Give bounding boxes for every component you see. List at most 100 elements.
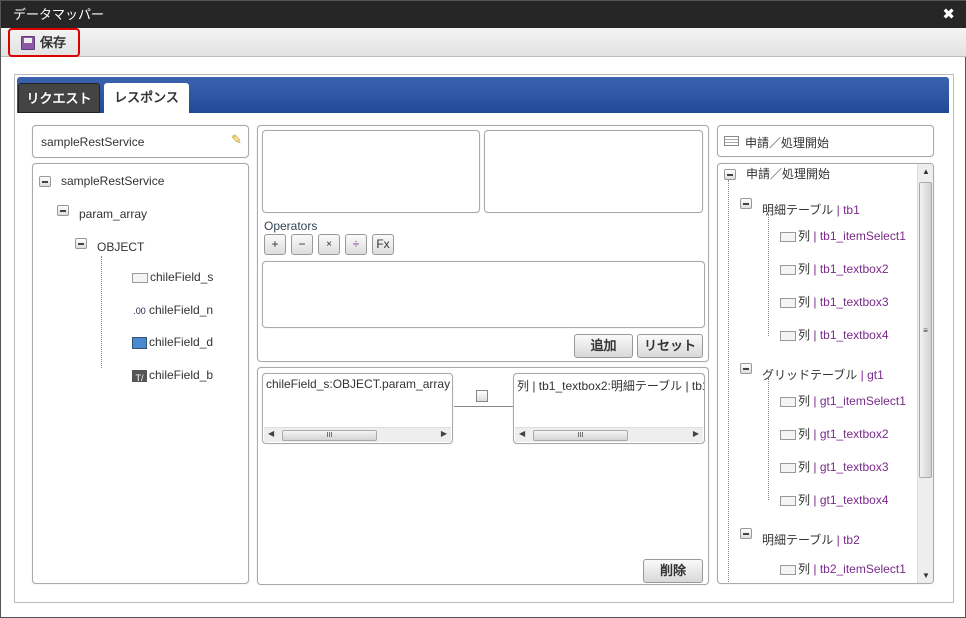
textfield-icon [780, 462, 796, 473]
tree-node[interactable]: 列 | gt1_textbox4 [780, 492, 889, 508]
tree-node-label: chileField_b [149, 368, 214, 382]
tree-node-label: 列 [798, 229, 811, 243]
add-button[interactable]: 追加 [574, 334, 633, 358]
tree-node-label: OBJECT [97, 240, 145, 254]
textfield-icon [780, 264, 796, 275]
textfield-icon [132, 272, 148, 283]
tree-node[interactable]: グリッドテーブル | gt1 [740, 363, 884, 383]
tree-node[interactable]: T/chileField_b [132, 367, 213, 383]
target-tree: ▲ ≡ ▼ 申請／処理開始明細テーブル | tb1 列 | tb1_itemSel… [717, 163, 934, 584]
tree-node-label: 列 [798, 460, 811, 474]
tab-bar: リクエスト レスポンス [17, 77, 949, 113]
tree-node[interactable]: 列 | tb1_textbox3 [780, 294, 889, 310]
mapping-checkbox[interactable] [476, 390, 488, 402]
operator-minus-button[interactable]: − [291, 234, 313, 255]
tree-node[interactable]: param_array [57, 205, 148, 222]
tree-node[interactable]: 明細テーブル | tb2 [740, 528, 860, 548]
source-tree: sampleRestService param_array OBJECT chileF… [32, 163, 249, 584]
textfield-icon [780, 429, 796, 440]
reset-button[interactable]: リセット [637, 334, 703, 358]
tab-request[interactable]: リクエスト [18, 83, 100, 113]
mapping-source-box: chileField_s:OBJECT.param_array ◀ III ▶ [262, 373, 453, 444]
edit-icon[interactable]: ✎ [231, 132, 242, 148]
tree-node[interactable]: 申請／処理開始 [724, 166, 830, 182]
tree-node-id: tb1_textbox2 [819, 262, 889, 276]
tree-node-id: gt1_textbox3 [819, 460, 889, 474]
tree-node-id: tb1_textbox3 [819, 295, 889, 309]
boolean-icon: T/ [132, 369, 147, 383]
tree-node-label: chileField_s [150, 270, 214, 284]
save-label: 保存 [40, 35, 67, 50]
tree-node[interactable]: 列 | tb1_itemSelect1 [780, 228, 906, 244]
expression-right-box[interactable] [484, 130, 703, 213]
floppy-disk-icon [21, 36, 35, 50]
tree-node-id: gt1_textbox2 [819, 427, 889, 441]
horizontal-scrollbar[interactable]: ◀ III ▶ [264, 427, 451, 442]
save-button[interactable]: 保存 [8, 28, 80, 57]
tree-node-label: 列 [798, 295, 811, 309]
tree-node-label: 列 [798, 328, 811, 342]
toolbar: 保存 [1, 28, 966, 57]
tree-node-label: 明細テーブル [762, 203, 834, 217]
collapse-icon[interactable] [740, 198, 752, 209]
tree-node[interactable]: .00 chileField_n [132, 302, 213, 319]
form-selector[interactable]: 申請／処理開始 [717, 125, 934, 157]
operator-function-button[interactable]: Fx [372, 234, 394, 255]
tree-node-id: tb2 [843, 533, 860, 547]
tab-response[interactable]: レスポンス [104, 83, 189, 113]
mapping-source: chileField_s:OBJECT.param_array [266, 377, 451, 391]
collapse-icon[interactable] [740, 363, 752, 374]
mapping-target: 列 | tb1_textbox2:明細テーブル | tb1 [517, 379, 705, 393]
tree-node[interactable]: chileField_d [132, 334, 213, 350]
collapse-icon[interactable] [724, 169, 736, 180]
tree-node-id: gt1_itemSelect1 [819, 394, 906, 408]
tree-node[interactable]: chileField_s [132, 269, 213, 285]
tree-node[interactable]: OBJECT [75, 238, 145, 255]
tree-node-id: tb1_textbox4 [819, 328, 889, 342]
tree-node-id: gt1_textbox4 [819, 493, 889, 507]
expression-textarea[interactable] [262, 261, 705, 328]
tree-node-label: 列 [798, 394, 811, 408]
tree-node[interactable]: 列 | tb2_itemSelect1 [780, 561, 906, 577]
tree-node-label: param_array [79, 207, 148, 221]
form-name: 申請／処理開始 [745, 136, 830, 150]
tree-node[interactable]: 列 | tb1_textbox2 [780, 261, 889, 277]
tree-node[interactable]: 列 | tb1_textbox4 [780, 327, 889, 343]
service-selector[interactable]: sampleRestService ✎ [32, 125, 249, 158]
collapse-icon[interactable] [740, 528, 752, 539]
vertical-scrollbar[interactable]: ▲ ≡ ▼ [917, 164, 933, 583]
tree-node-label: 列 [798, 262, 811, 276]
tree-node-label: sampleRestService [61, 174, 165, 188]
textfield-icon [780, 564, 796, 575]
tree-node-label: chileField_d [149, 335, 214, 349]
tree-node-id: tb2_itemSelect1 [819, 562, 906, 576]
tree-node[interactable]: sampleRestService [39, 173, 165, 189]
tree-node[interactable]: 列 | gt1_itemSelect1 [780, 393, 906, 409]
operator-divide-button[interactable]: ÷ [345, 234, 367, 255]
tree-node-label: グリッドテーブル [762, 368, 858, 382]
operator-plus-button[interactable]: + [264, 234, 286, 255]
textfield-icon [780, 495, 796, 506]
operator-multiply-button[interactable]: × [318, 234, 340, 255]
close-icon[interactable]: ✖ [942, 1, 955, 28]
textfield-icon [780, 330, 796, 341]
tree-node-label: chileField_n [149, 303, 214, 317]
mapping-target-box: 列 | tb1_textbox2:明細テーブル | tb1 ◀ III ▶ [513, 373, 705, 444]
delete-button[interactable]: 削除 [643, 559, 703, 583]
textfield-icon [780, 396, 796, 407]
horizontal-scrollbar[interactable]: ◀ III ▶ [515, 427, 703, 442]
tree-node-label: 列 [798, 427, 811, 441]
tree-node[interactable]: 列 | gt1_textbox2 [780, 426, 889, 442]
tree-node-label: 列 [798, 562, 811, 576]
tree-node[interactable]: 列 | gt1_textbox3 [780, 459, 889, 475]
window-title: データマッパー [1, 1, 966, 28]
tree-node-label: 明細テーブル [762, 533, 834, 547]
tree-node-id: tb1 [843, 203, 860, 217]
tree-node-label: 列 [798, 493, 811, 507]
collapse-icon[interactable] [75, 238, 87, 249]
collapse-icon[interactable] [39, 176, 51, 187]
scrollbar-thumb[interactable]: ≡ [919, 182, 932, 478]
collapse-icon[interactable] [57, 205, 69, 216]
expression-left-box[interactable] [262, 130, 480, 213]
tree-node[interactable]: 明細テーブル | tb1 [740, 198, 860, 218]
